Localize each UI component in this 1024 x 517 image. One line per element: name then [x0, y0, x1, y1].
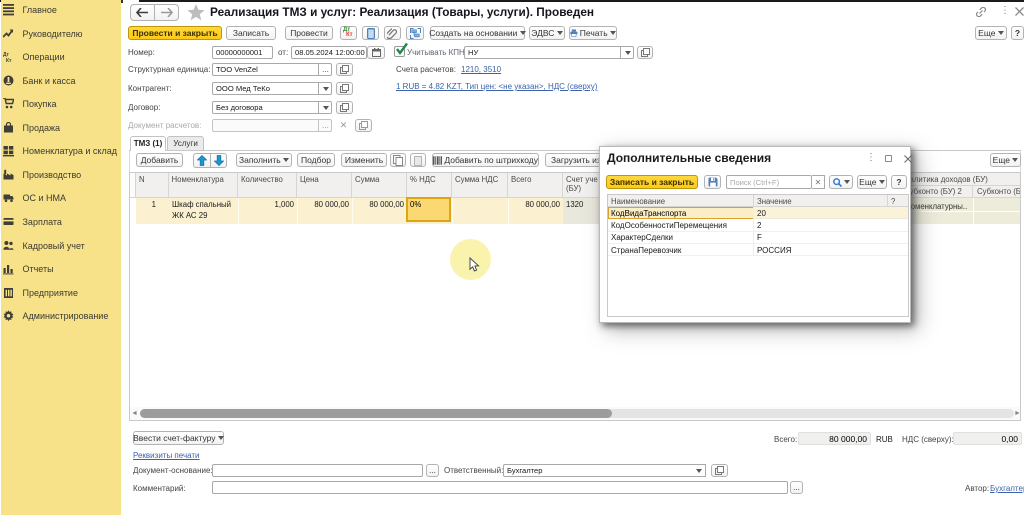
svg-text:Кт: Кт [6, 58, 12, 63]
